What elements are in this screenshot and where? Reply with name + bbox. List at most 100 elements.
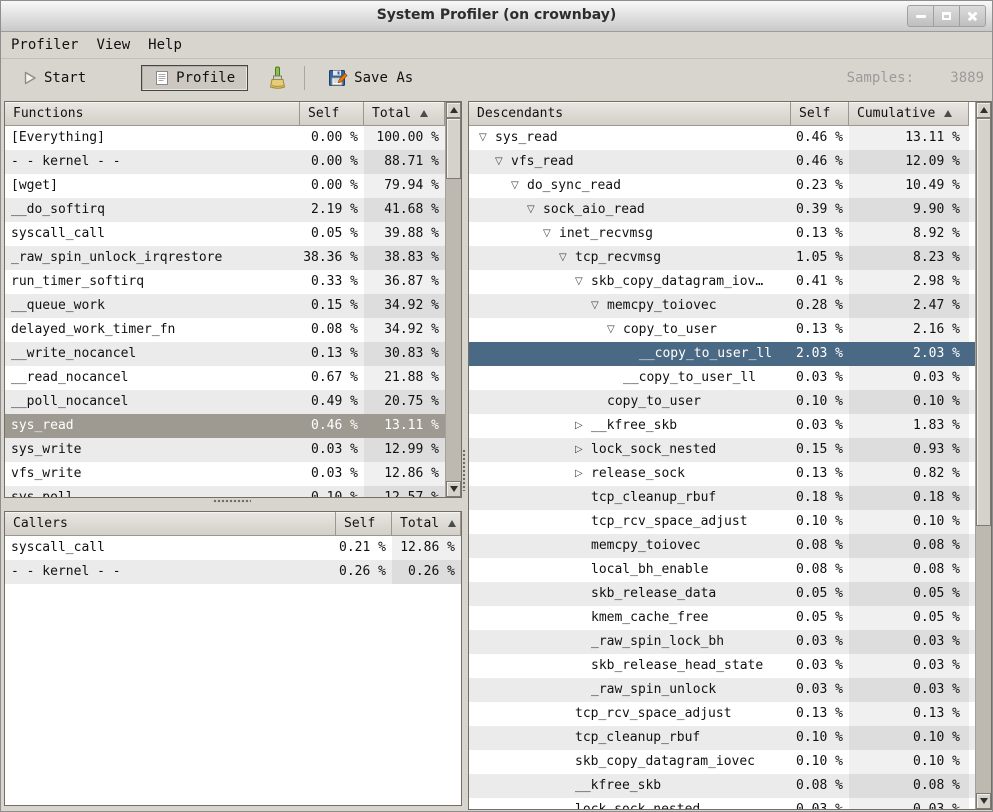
total-column-header[interactable]: Total [364,102,445,126]
scroll-down-button[interactable] [976,793,991,809]
start-button[interactable]: Start [9,65,99,91]
tree-row[interactable]: ▷ lock_sock_nested 0.15 % 0.93 % [469,438,991,462]
tree-row[interactable]: __copy_to_user_ll 2.03 % 2.03 % [469,342,991,366]
tree-row[interactable]: tcp_cleanup_rbuf 0.10 % 0.10 % [469,726,991,750]
self-percent: 0.13 % [791,702,849,726]
expander-icon[interactable]: ▽ [543,222,559,246]
expander-icon[interactable]: ▷ [575,414,591,438]
tree-row[interactable]: ▷ release_sock 0.13 % 0.82 % [469,462,991,486]
expander-icon[interactable]: ▷ [575,462,591,486]
tree-row[interactable]: ▽ memcpy_toiovec 0.28 % 2.47 % [469,294,991,318]
save-as-button[interactable]: Save As [315,63,426,93]
expander-icon[interactable]: ▽ [527,198,543,222]
self-percent: 0.46 % [300,414,364,438]
total-percent: 12.57 % [364,486,445,498]
cumulative-percent: 13.11 % [849,126,969,150]
self-column-header[interactable]: Self [336,512,392,536]
table-row[interactable]: - - kernel - - 0.26 % 0.26 % [5,560,461,584]
scrollbar-thumb[interactable] [976,118,991,526]
table-row[interactable]: delayed_work_timer_fn 0.08 % 34.92 % [5,318,461,342]
table-row[interactable]: __write_nocancel 0.13 % 30.83 % [5,342,461,366]
table-row[interactable]: _raw_spin_unlock_irqrestore 38.36 % 38.8… [5,246,461,270]
tree-row[interactable]: _raw_spin_lock_bh 0.03 % 0.03 % [469,630,991,654]
tree-row[interactable]: _raw_spin_unlock 0.03 % 0.03 % [469,678,991,702]
table-row[interactable]: __poll_nocancel 0.49 % 20.75 % [5,390,461,414]
table-row[interactable]: vfs_write 0.03 % 12.86 % [5,462,461,486]
tree-row[interactable]: ▽ sock_aio_read 0.39 % 9.90 % [469,198,991,222]
table-row[interactable]: [wget] 0.00 % 79.94 % [5,174,461,198]
expander-icon[interactable]: ▽ [479,126,495,150]
profile-toggle-button[interactable]: Profile [141,65,248,91]
tree-row[interactable]: ▽ inet_recvmsg 0.13 % 8.92 % [469,222,991,246]
cumulative-column-header[interactable]: Cumulative [849,102,969,126]
self-column-header[interactable]: Self [791,102,849,126]
expander-icon[interactable]: ▽ [591,294,607,318]
function-name: syscall_call [5,536,336,560]
table-row[interactable]: sys_write 0.03 % 12.99 % [5,438,461,462]
tree-row[interactable]: lock_sock_nested 0.03 % 0.03 % [469,798,991,810]
tree-row[interactable]: ▽ sys_read 0.46 % 13.11 % [469,126,991,150]
tree-row[interactable]: skb_release_data 0.05 % 0.05 % [469,582,991,606]
self-percent: 0.13 % [791,222,849,246]
expander-icon[interactable]: ▽ [607,318,623,342]
close-button[interactable] [959,5,986,27]
horizontal-splitter-handle[interactable] [213,499,251,504]
descendants-column-header[interactable]: Descendants [469,102,791,126]
tree-row[interactable]: ▽ vfs_read 0.46 % 12.09 % [469,150,991,174]
maximize-button[interactable] [933,5,960,27]
tree-row[interactable]: __kfree_skb 0.08 % 0.08 % [469,774,991,798]
menu-help[interactable]: Help [139,33,191,57]
expander-icon[interactable]: ▽ [575,270,591,294]
table-row[interactable]: sys_poll 0.10 % 12.57 % [5,486,461,498]
table-row[interactable]: __do_softirq 2.19 % 41.68 % [5,198,461,222]
reset-button[interactable] [260,61,294,95]
expander-icon[interactable]: ▽ [495,150,511,174]
table-row[interactable]: [Everything] 0.00 % 100.00 % [5,126,461,150]
scroll-up-button[interactable] [976,102,991,118]
tree-row[interactable]: skb_release_head_state 0.03 % 0.03 % [469,654,991,678]
tree-row[interactable]: memcpy_toiovec 0.08 % 0.08 % [469,534,991,558]
menu-profiler[interactable]: Profiler [2,33,87,57]
expander-icon[interactable]: ▽ [559,246,575,270]
menu-view[interactable]: View [87,33,139,57]
tree-row[interactable]: tcp_cleanup_rbuf 0.18 % 0.18 % [469,486,991,510]
tree-row[interactable]: __copy_to_user_ll 0.03 % 0.03 % [469,366,991,390]
sort-asc-icon [448,520,456,527]
descendants-scrollbar[interactable] [975,102,991,809]
table-row[interactable]: syscall_call 0.05 % 39.88 % [5,222,461,246]
tree-row[interactable]: skb_copy_datagram_iovec 0.10 % 0.10 % [469,750,991,774]
self-column-header[interactable]: Self [300,102,364,126]
tree-row[interactable]: kmem_cache_free 0.05 % 0.05 % [469,606,991,630]
scroll-down-button[interactable] [446,481,461,497]
tree-row[interactable]: copy_to_user 0.10 % 0.10 % [469,390,991,414]
vertical-splitter-handle[interactable] [462,449,467,491]
tree-row[interactable]: ▽ skb_copy_datagram_iov… 0.41 % 2.98 % [469,270,991,294]
tree-row[interactable]: local_bh_enable 0.08 % 0.08 % [469,558,991,582]
tree-row[interactable]: ▽ tcp_recvmsg 1.05 % 8.23 % [469,246,991,270]
scroll-up-button[interactable] [446,102,461,118]
titlebar[interactable]: System Profiler (on crownbay) [1,1,992,32]
scrollbar-thumb[interactable] [446,118,461,179]
tree-row[interactable]: tcp_rcv_space_adjust 0.13 % 0.13 % [469,702,991,726]
tree-row[interactable]: tcp_rcv_space_adjust 0.10 % 0.10 % [469,510,991,534]
function-name: tcp_cleanup_rbuf [591,486,716,510]
table-row[interactable]: - - kernel - - 0.00 % 88.71 % [5,150,461,174]
self-percent: 0.05 % [791,606,849,630]
tree-row[interactable]: ▽ copy_to_user 0.13 % 2.16 % [469,318,991,342]
total-column-header[interactable]: Total [392,512,461,536]
table-row[interactable]: sys_read 0.46 % 13.11 % [5,414,461,438]
callers-column-header[interactable]: Callers [5,512,336,536]
table-row[interactable]: __read_nocancel 0.67 % 21.88 % [5,366,461,390]
table-row[interactable]: syscall_call 0.21 % 12.86 % [5,536,461,560]
functions-column-header[interactable]: Functions [5,102,300,126]
expander-icon[interactable]: ▽ [511,174,527,198]
minimize-button[interactable] [907,5,934,27]
table-row[interactable]: __queue_work 0.15 % 34.92 % [5,294,461,318]
expander-icon[interactable]: ▷ [575,438,591,462]
tree-row[interactable]: ▽ do_sync_read 0.23 % 10.49 % [469,174,991,198]
self-percent: 0.18 % [791,486,849,510]
cumulative-percent: 0.18 % [849,486,969,510]
table-row[interactable]: run_timer_softirq 0.33 % 36.87 % [5,270,461,294]
functions-scrollbar[interactable] [445,102,461,497]
tree-row[interactable]: ▷ __kfree_skb 0.03 % 1.83 % [469,414,991,438]
